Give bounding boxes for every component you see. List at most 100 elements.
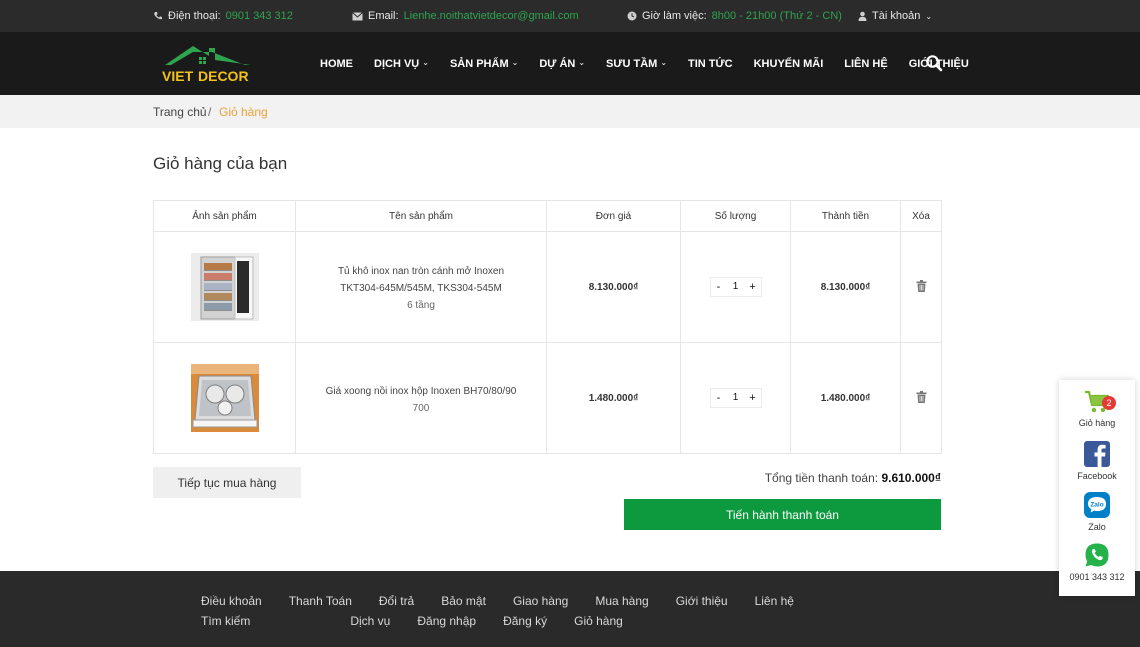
nav-label: DỰ ÁN [539, 57, 576, 70]
nav-label: LIÊN HỆ [844, 57, 888, 70]
topbar-email-value[interactable]: Lienhe.noithatvietdecor@gmail.com [404, 10, 579, 22]
nav-label: HOME [320, 57, 353, 70]
nav-services[interactable]: DỊCH VỤ ⌄ [374, 58, 429, 70]
breadcrumb-home[interactable]: Trang chủ [153, 105, 207, 119]
nav-projects[interactable]: DỰ ÁN ⌄ [539, 58, 585, 70]
zalo-icon-text: Zalo [1090, 502, 1103, 509]
nav-collection[interactable]: SƯU TẦM ⌄ [606, 58, 667, 70]
nav-news[interactable]: TIN TỨC [688, 58, 733, 70]
product-variant: 700 [412, 402, 430, 414]
side-phone-label: 0901 343 312 [1069, 572, 1125, 582]
logo-text-viet: VIET [162, 68, 194, 84]
footer: Điều khoản Thanh Toán Đổi trả Bảo mật Gi… [0, 571, 1140, 647]
quantity-decrease-button[interactable]: - [711, 278, 727, 296]
quantity-stepper: - 1 + [709, 388, 762, 408]
search-icon[interactable] [925, 54, 943, 72]
footer-link-services[interactable]: Dịch vụ [350, 613, 390, 629]
nav-products[interactable]: SẢN PHẨM ⌄ [450, 58, 518, 70]
cart-count-badge: 2 [1102, 396, 1116, 410]
product-name[interactable]: Giá xoong nồi inox hộp Inoxen BH70/80/90 [296, 383, 546, 400]
footer-link-privacy[interactable]: Bảo mật [441, 593, 486, 609]
product-image-cell [153, 231, 296, 343]
trash-icon[interactable] [916, 390, 927, 403]
main-nav: HOME DỊCH VỤ ⌄ SẢN PHẨM ⌄ DỰ ÁN ⌄ SƯU TẦM ⌄ … [320, 32, 990, 95]
product-variant: 6 tầng [407, 300, 435, 311]
quantity-increase-button[interactable]: + [745, 389, 761, 407]
footer-link-login[interactable]: Đăng nhập [417, 613, 476, 629]
nav-contact[interactable]: LIÊN HỆ [844, 58, 887, 70]
delete-cell [900, 342, 942, 454]
footer-link-cart[interactable]: Giỏ hàng [574, 613, 623, 629]
column-header-quantity: Số lượng [680, 200, 791, 232]
whatsapp-icon [1085, 543, 1109, 567]
table-row: Tủ khô inox nan tròn cánh mở Inoxen TKT3… [153, 231, 942, 343]
checkout-button[interactable]: Tiến hành thanh toán [624, 499, 941, 530]
account-label: Tài khoản [872, 10, 921, 22]
quantity-input[interactable]: 1 [727, 389, 745, 407]
footer-link-register[interactable]: Đăng ký [503, 613, 547, 629]
chevron-down-icon: ⌄ [578, 58, 586, 67]
product-image[interactable] [190, 253, 259, 321]
mail-icon [352, 11, 363, 20]
product-name-cell: Giá xoong nồi inox hộp Inoxen BH70/80/90… [295, 342, 547, 454]
footer-link-search[interactable]: Tìm kiếm [201, 613, 250, 629]
footer-link-terms[interactable]: Điều khoản [201, 593, 262, 609]
nav-label: KHUYẾN MÃI [753, 57, 824, 70]
account-menu[interactable]: Tài khoản ⌄ [858, 0, 932, 32]
chevron-down-icon: ⌄ [660, 58, 668, 67]
topbar-hours-label: Giờ làm việc: [642, 10, 707, 22]
top-bar: Điện thoại: 0901 343 312 Email: Lienhe.n… [0, 0, 1140, 32]
chevron-down-icon: ⌄ [422, 58, 429, 67]
topbar-hours-value: 8h00 - 21h00 (Thứ 2 - CN) [711, 10, 842, 22]
side-phone-button[interactable]: 0901 343 312 [1059, 542, 1135, 582]
side-facebook-label: Facebook [1077, 471, 1117, 481]
user-icon [858, 11, 867, 21]
unit-price: 8.130.000₫ [546, 231, 681, 343]
footer-link-contact[interactable]: Liên hệ [755, 593, 794, 609]
clock-icon [627, 11, 637, 21]
quantity-cell: - 1 + [680, 342, 791, 454]
footer-link-delivery[interactable]: Giao hàng [513, 593, 568, 609]
side-zalo-button[interactable]: Zalo Zalo [1059, 492, 1135, 532]
side-facebook-button[interactable]: Facebook [1059, 441, 1135, 481]
chevron-down-icon: ⌄ [925, 11, 933, 21]
page-title: Giỏ hàng của bạn [153, 154, 288, 173]
quantity-decrease-button[interactable]: - [711, 389, 727, 407]
quantity-cell: - 1 + [680, 231, 791, 343]
side-cart-label: Giỏ hàng [1078, 418, 1116, 428]
table-row: Giá xoong nồi inox hộp Inoxen BH70/80/90… [153, 342, 942, 454]
footer-link-about[interactable]: Giới thiệu [676, 593, 728, 609]
line-total: 1.480.000₫ [790, 342, 901, 454]
footer-link-returns[interactable]: Đổi trả [379, 593, 414, 609]
column-header-delete: Xóa [900, 200, 942, 232]
site-logo[interactable]: VIET DECOR [159, 43, 259, 87]
quantity-input[interactable]: 1 [727, 278, 745, 296]
topbar-phone: Điện thoại: 0901 343 312 [153, 0, 293, 32]
side-cart-button[interactable]: Giỏ hàng 2 [1059, 390, 1135, 428]
product-name[interactable]: Tủ khô inox nan tròn cánh mở Inoxen TKT3… [296, 263, 546, 297]
topbar-email-label: Email: [368, 10, 399, 22]
floating-contact-widget: Giỏ hàng 2 Facebook Zalo Zalo 0901 343 3… [1059, 380, 1135, 596]
nav-home[interactable]: HOME [320, 58, 353, 70]
footer-links: Điều khoản Thanh Toán Đổi trả Bảo mật Gi… [201, 593, 901, 629]
quantity-increase-button[interactable]: + [745, 278, 761, 296]
topbar-phone-value[interactable]: 0901 343 312 [226, 10, 293, 22]
trash-icon[interactable] [916, 279, 927, 292]
column-header-unit-price: Đơn giá [546, 200, 681, 232]
product-image-cell [153, 342, 296, 454]
order-total-label: Tổng tiền thanh toán: [764, 471, 879, 485]
nav-label: DỊCH VỤ [374, 57, 420, 70]
facebook-icon [1084, 441, 1110, 467]
column-header-line-total: Thành tiền [790, 200, 901, 232]
breadcrumb-current: Giỏ hàng [219, 105, 268, 119]
table-header-row: Ảnh sản phẩm Tên sản phẩm Đơn giá Số lượ… [153, 200, 942, 232]
product-image[interactable] [190, 364, 259, 432]
side-zalo-label: Zalo [1088, 522, 1106, 532]
nav-promotions[interactable]: KHUYẾN MÃI [754, 58, 824, 70]
continue-shopping-button[interactable]: Tiếp tục mua hàng [153, 467, 301, 498]
footer-link-shopping[interactable]: Mua hàng [595, 593, 648, 609]
footer-link-payment[interactable]: Thanh Toán [289, 593, 352, 609]
nav-label: SẢN PHẨM [449, 57, 509, 70]
breadcrumb: Trang chủ / Giỏ hàng [0, 95, 1140, 128]
chevron-down-icon: ⌄ [511, 58, 519, 67]
